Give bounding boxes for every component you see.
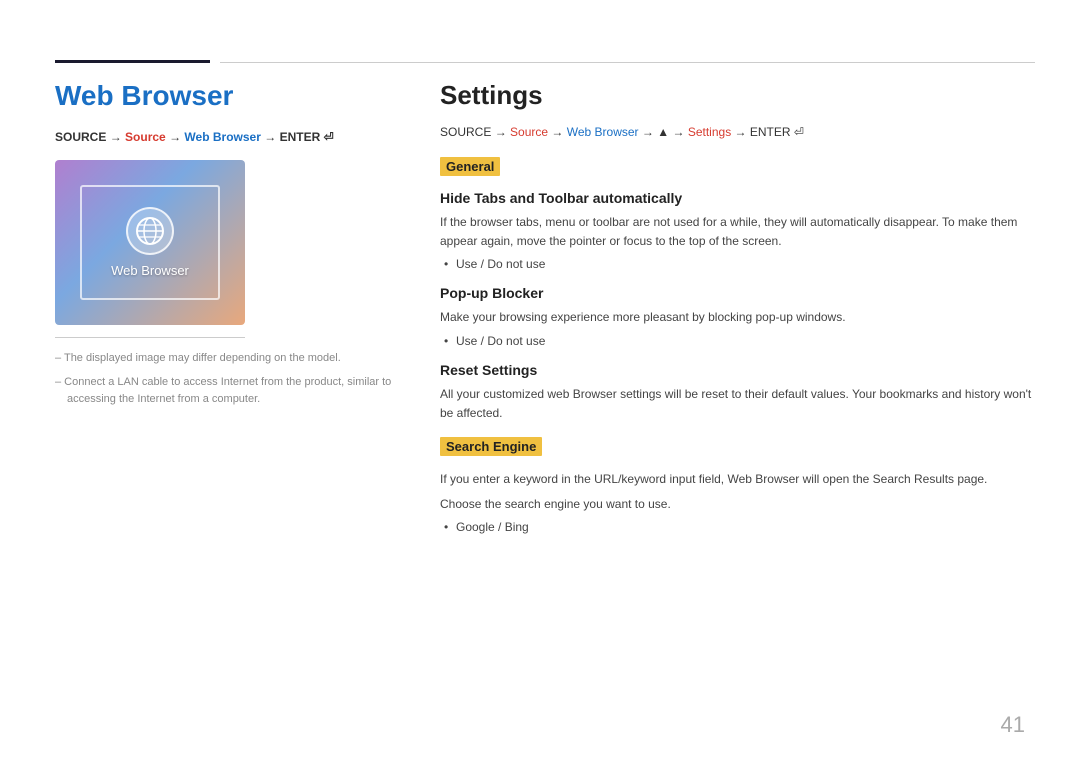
popup-blocker-bullet: Use / Do not use (440, 334, 1040, 348)
top-rule-light (220, 62, 1035, 63)
globe-svg (135, 216, 165, 246)
top-rule-accent (55, 60, 210, 63)
bc-arrow3: → (264, 130, 279, 144)
settings-title: Settings (440, 80, 1040, 111)
search-engine-text2: Choose the search engine you want to use… (440, 495, 1040, 514)
page-title: Web Browser (55, 80, 405, 112)
rbc-enter: ENTER ⏎ (750, 125, 804, 139)
rbc-up-arrow: ▲ (657, 125, 669, 139)
popup-blocker-text: Make your browsing experience more pleas… (440, 308, 1040, 327)
rbc-arrow1: → (495, 125, 510, 139)
globe-icon (126, 207, 174, 255)
browser-image-bg: Web Browser (55, 160, 245, 325)
browser-image-label: Web Browser (111, 263, 189, 278)
hide-tabs-bullet: Use / Do not use (440, 257, 1040, 271)
search-engine-text1: If you enter a keyword in the URL/keywor… (440, 470, 1040, 489)
bc-enter: ENTER ⏎ (280, 130, 334, 144)
search-engine-section-label: Search Engine (440, 437, 542, 456)
browser-image-box: Web Browser (55, 160, 245, 325)
reset-settings-text: All your customized web Browser settings… (440, 385, 1040, 423)
bc-arrow1: → (110, 130, 125, 144)
rbc-arrow3: → (642, 125, 657, 139)
note-2: – Connect a LAN cable to access Internet… (55, 374, 405, 409)
search-engine-subsection: If you enter a keyword in the URL/keywor… (440, 470, 1040, 534)
hide-tabs-text: If the browser tabs, menu or toolbar are… (440, 213, 1040, 251)
rbc-settings-link: Settings (688, 125, 731, 139)
page-number: 41 (1001, 712, 1025, 738)
note-1: – The displayed image may differ dependi… (55, 350, 405, 368)
search-engine-bullet: Google / Bing (440, 520, 1040, 534)
reset-settings-title: Reset Settings (440, 362, 1040, 378)
image-divider (55, 337, 245, 338)
rbc-arrow2: → (551, 125, 566, 139)
rbc-arrow4: → (672, 125, 687, 139)
breadcrumb-left: SOURCE → Source → Web Browser → ENTER ⏎ (55, 130, 405, 144)
bc-source-link: Source (125, 130, 166, 144)
right-column: Settings SOURCE → Source → Web Browser →… (440, 80, 1040, 548)
breadcrumb-right: SOURCE → Source → Web Browser → ▲ → Sett… (440, 125, 1040, 139)
rbc-source-link: Source (510, 125, 548, 139)
browser-inner-box: Web Browser (80, 185, 220, 300)
rbc-webbrowser-link: Web Browser (567, 125, 639, 139)
reset-settings-subsection: Reset Settings All your customized web B… (440, 362, 1040, 423)
general-section-label: General (440, 157, 500, 176)
notes-section: – The displayed image may differ dependi… (55, 350, 405, 409)
rbc-arrow5: → (735, 125, 750, 139)
bc-arrow2: → (169, 130, 184, 144)
hide-tabs-subsection: Hide Tabs and Toolbar automatically If t… (440, 190, 1040, 271)
hide-tabs-title: Hide Tabs and Toolbar automatically (440, 190, 1040, 206)
bc-source-label: SOURCE (55, 130, 106, 144)
left-column: Web Browser SOURCE → Source → Web Browse… (55, 80, 405, 415)
bc-webbrowser-link: Web Browser (184, 130, 260, 144)
popup-blocker-title: Pop-up Blocker (440, 285, 1040, 301)
popup-blocker-subsection: Pop-up Blocker Make your browsing experi… (440, 285, 1040, 347)
rbc-source-label: SOURCE (440, 125, 491, 139)
